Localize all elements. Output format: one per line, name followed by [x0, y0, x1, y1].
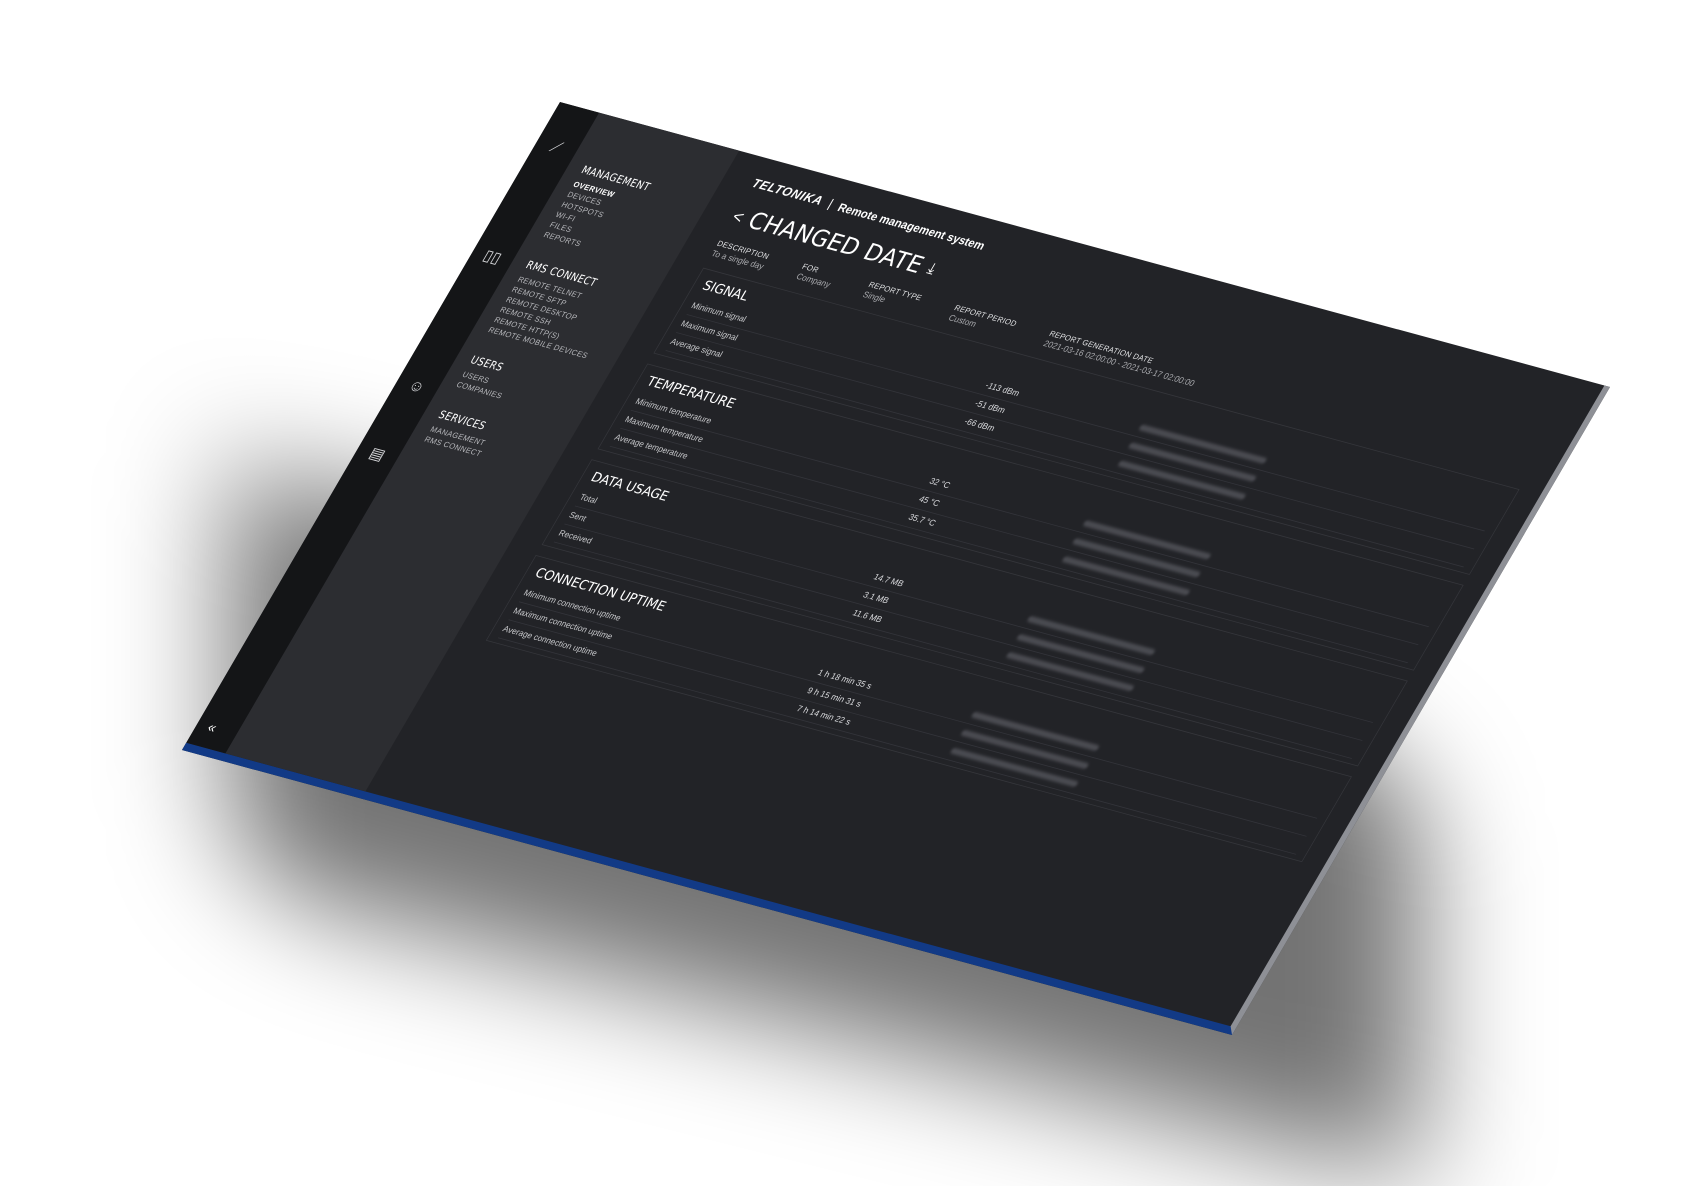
document-icon[interactable]: ▤ [364, 443, 391, 465]
download-icon[interactable]: ⤓ [924, 260, 939, 278]
users-icon[interactable]: ☺ [403, 376, 430, 398]
mockup-stage: ⟋ ▯▯ ☺ ▤ « MANAGEMENT OVERVIEW DEVICES HOTS… [0, 0, 1685, 1186]
meta-report-period: REPORT PERIOD Custom [946, 304, 1018, 339]
nav-group-users: USERS USERS COMPANIES [454, 354, 601, 424]
back-button[interactable]: < [728, 206, 749, 227]
teltonika-logo[interactable]: TELTONIKA [749, 177, 825, 209]
nav-group-services: SERVICES MANAGEMENT RMS CONNECT [422, 409, 569, 479]
meta-report-type: REPORT TYPE Single [861, 281, 924, 313]
chart-icon[interactable]: ⟋ [543, 137, 570, 159]
collapse-sidebar-button[interactable]: « [204, 719, 220, 736]
meta-description: DESCRIPTION To a single day [709, 240, 771, 272]
meta-for: FOR Company [794, 263, 837, 290]
dashboard-icon[interactable]: ▯▯ [479, 246, 506, 268]
brand-separator: | [825, 197, 836, 211]
